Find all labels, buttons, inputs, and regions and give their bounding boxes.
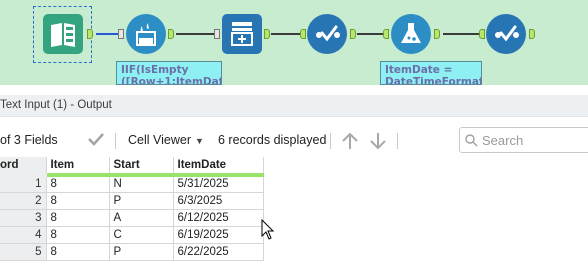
- table-plus-icon: [231, 22, 253, 46]
- connection-wire[interactable]: [271, 33, 303, 35]
- arrow-down-icon: [370, 133, 386, 150]
- water-drop-icon: [136, 23, 156, 46]
- table-row[interactable]: 5 8 P 6/22/2025: [0, 243, 264, 261]
- cell-item[interactable]: 8: [46, 243, 110, 261]
- cell-itemdate[interactable]: 5/31/2025: [173, 175, 264, 193]
- fields-label: of 3 Fields: [0, 133, 58, 147]
- tool-annotation: IIF(IsEmpty ([Row+1:ItemDat: [116, 61, 222, 85]
- apply-check-button[interactable]: [86, 129, 106, 152]
- input-anchor[interactable]: [300, 29, 306, 39]
- cell-start[interactable]: A: [109, 209, 174, 227]
- results-grid: ord Item Start ItemDate 1 8 N 5/31/2025 …: [0, 157, 264, 261]
- toolbar-divider: [397, 133, 398, 149]
- check-tool[interactable]: [486, 14, 526, 54]
- column-header-item[interactable]: Item: [46, 157, 110, 177]
- column-header-itemdate[interactable]: ItemDate: [173, 157, 264, 177]
- cell-start[interactable]: P: [109, 192, 174, 210]
- fields-selector[interactable]: of 3 Fields: [0, 133, 58, 147]
- connection-wire[interactable]: [96, 33, 120, 35]
- cell-viewer-label: Cell Viewer: [128, 133, 191, 147]
- cell-itemdate[interactable]: 6/22/2025: [173, 243, 264, 261]
- arrow-up-icon: [342, 132, 358, 149]
- connection-wire[interactable]: [176, 33, 216, 35]
- select-tool[interactable]: [222, 14, 262, 54]
- tool-annotation: ItemDate = DateTimeFormat: [380, 61, 482, 85]
- input-anchor[interactable]: [118, 29, 124, 39]
- table-row[interactable]: 4 8 C 6/19/2025: [0, 226, 264, 244]
- mouse-pointer-icon: [261, 219, 275, 240]
- cell-item[interactable]: 8: [46, 209, 110, 227]
- records-count: 6 records displayed: [218, 133, 327, 147]
- output-anchor[interactable]: [264, 29, 270, 39]
- check-tool[interactable]: [307, 14, 347, 54]
- cell-start[interactable]: P: [109, 243, 174, 261]
- input-anchor[interactable]: [479, 29, 485, 39]
- output-anchor[interactable]: [434, 29, 440, 39]
- toolbar-divider: [115, 133, 116, 149]
- chevron-down-icon: ▼: [195, 136, 204, 146]
- record-number: 1: [0, 175, 47, 193]
- output-anchor[interactable]: [87, 29, 93, 39]
- cell-itemdate[interactable]: 6/3/2025: [173, 192, 264, 210]
- search-input[interactable]: [482, 131, 588, 149]
- input-anchor[interactable]: [214, 29, 220, 39]
- search-box[interactable]: [459, 127, 588, 153]
- input-anchor[interactable]: [383, 29, 389, 39]
- book-icon: [51, 23, 75, 47]
- text-input-tool[interactable]: [43, 14, 83, 54]
- record-number: 3: [0, 209, 47, 227]
- output-anchor[interactable]: [168, 29, 174, 39]
- cell-start[interactable]: N: [109, 175, 174, 193]
- grid-header-row: ord Item Start ItemDate: [0, 157, 264, 177]
- results-title: Text Input (1) - Output: [0, 99, 112, 111]
- record-number: 5: [0, 243, 47, 261]
- scroll-down-button[interactable]: [369, 131, 387, 154]
- formula-tool[interactable]: [391, 14, 431, 54]
- column-header-record[interactable]: ord: [0, 157, 47, 177]
- cell-itemdate[interactable]: 6/12/2025: [173, 209, 264, 227]
- column-header-start[interactable]: Start: [109, 157, 174, 177]
- cell-item[interactable]: 8: [46, 192, 110, 210]
- checkmark-icon: [88, 133, 104, 146]
- multi-row-formula-tool[interactable]: [126, 14, 166, 54]
- record-number: 4: [0, 226, 47, 244]
- output-anchor[interactable]: [529, 29, 535, 39]
- flask-icon: [401, 23, 421, 43]
- scroll-up-button[interactable]: [341, 131, 359, 154]
- table-row[interactable]: 3 8 A 6/12/2025: [0, 209, 264, 227]
- workflow-canvas[interactable]: IIF(IsEmpty ([Row+1:ItemDat ItemDate = D…: [0, 0, 588, 85]
- cell-start[interactable]: C: [109, 226, 174, 244]
- output-anchor[interactable]: [350, 29, 356, 39]
- table-row[interactable]: 2 8 P 6/3/2025: [0, 192, 264, 210]
- cell-viewer-dropdown[interactable]: Cell Viewer ▼: [128, 133, 204, 147]
- connection-wire[interactable]: [443, 33, 481, 35]
- checkmark-icon: [495, 25, 519, 42]
- table-row[interactable]: 1 8 N 5/31/2025: [0, 175, 264, 193]
- cell-itemdate[interactable]: 6/19/2025: [173, 226, 264, 244]
- results-title-bar: Text Input (1) - Output: [0, 95, 588, 117]
- search-icon: [465, 134, 478, 147]
- checkmark-icon: [316, 25, 340, 42]
- toolbar-divider: [330, 133, 331, 149]
- record-number: 2: [0, 192, 47, 210]
- cell-item[interactable]: 8: [46, 226, 110, 244]
- cell-item[interactable]: 8: [46, 175, 110, 193]
- connection-wire[interactable]: [357, 33, 384, 35]
